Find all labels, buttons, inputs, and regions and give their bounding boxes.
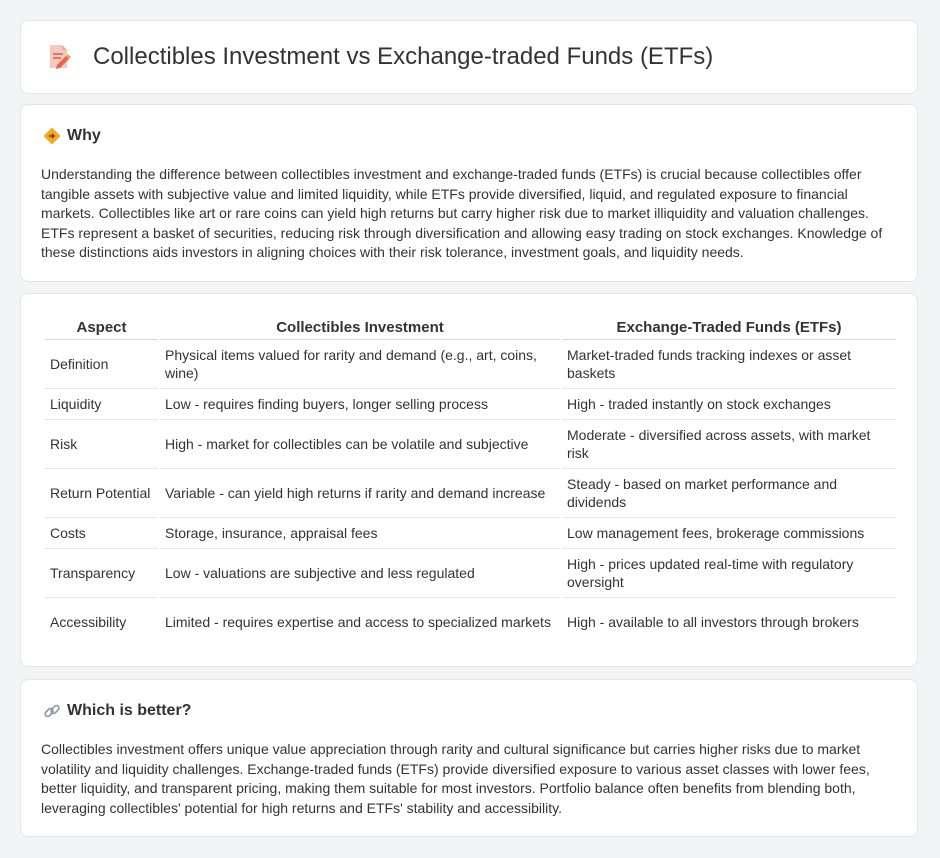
header-collectibles: Collectibles Investment [160, 315, 560, 340]
better-heading: Which is better? [67, 702, 192, 719]
better-heading-row: Which is better? [43, 702, 191, 720]
why-text: Understanding the difference between col… [41, 166, 883, 260]
header-card: Collectibles Investment vs Exchange-trad… [20, 20, 918, 94]
table-row: Costs Storage, insurance, appraisal fees… [45, 518, 896, 549]
which-better-card: Which is better? Collectibles investment… [20, 679, 918, 837]
row-aspect: Transparency [45, 549, 158, 598]
better-text: Collectibles investment offers unique va… [41, 741, 870, 816]
diamond-sign-icon [43, 127, 61, 145]
table-row: Liquidity Low - requires finding buyers,… [45, 389, 896, 420]
why-card: Why Understanding the difference between… [20, 104, 918, 282]
header-etfs: Exchange-Traded Funds (ETFs) [562, 315, 896, 340]
row-aspect: Liquidity [45, 389, 158, 420]
table-row: Transparency Low - valuations are subjec… [45, 549, 896, 598]
row-collectibles: Variable - can yield high returns if rar… [160, 469, 560, 518]
row-etfs: Steady - based on market performance and… [562, 469, 896, 518]
row-aspect: Risk [45, 420, 158, 469]
row-collectibles: Storage, insurance, appraisal fees [160, 518, 560, 549]
page-title: Collectibles Investment vs Exchange-trad… [93, 43, 714, 70]
table-row: Definition Physical items valued for rar… [45, 340, 896, 389]
title-row: Collectibles Investment vs Exchange-trad… [47, 43, 713, 71]
row-etfs: Low management fees, brokerage commissio… [562, 518, 896, 549]
row-etfs: High - traded instantly on stock exchang… [562, 389, 896, 420]
row-collectibles: High - market for collectibles can be vo… [160, 420, 560, 469]
table-row: Accessibility Limited - requires experti… [45, 598, 896, 646]
row-aspect: Accessibility [50, 614, 127, 630]
row-aspect: Return Potential [45, 469, 158, 518]
row-etfs: High - prices updated real-time with reg… [562, 549, 896, 598]
row-collectibles: Low - valuations are subjective and less… [160, 549, 560, 598]
comparison-card: Aspect Collectibles Investment Exchange-… [20, 293, 918, 667]
document-edit-icon [50, 45, 71, 69]
row-aspect: Costs [45, 518, 158, 549]
row-etfs: Moderate - diversified across assets, wi… [562, 420, 896, 469]
row-etfs: High - available to all investors throug… [567, 614, 859, 630]
row-collectibles: Low - requires finding buyers, longer se… [160, 389, 560, 420]
table-header-row: Aspect Collectibles Investment Exchange-… [45, 315, 896, 340]
row-etfs: Market-traded funds tracking indexes or … [562, 340, 896, 389]
row-aspect: Definition [45, 340, 158, 389]
link-icon [44, 704, 60, 718]
why-heading: Why [67, 127, 101, 144]
header-aspect: Aspect [45, 315, 158, 340]
table-row: Risk High - market for collectibles can … [45, 420, 896, 469]
row-collectibles: Physical items valued for rarity and dem… [160, 340, 560, 389]
table-row: Return Potential Variable - can yield hi… [45, 469, 896, 518]
comparison-table: Aspect Collectibles Investment Exchange-… [43, 315, 898, 646]
why-heading-row: Why [43, 127, 101, 145]
row-collectibles: Limited - requires expertise and access … [165, 614, 551, 630]
